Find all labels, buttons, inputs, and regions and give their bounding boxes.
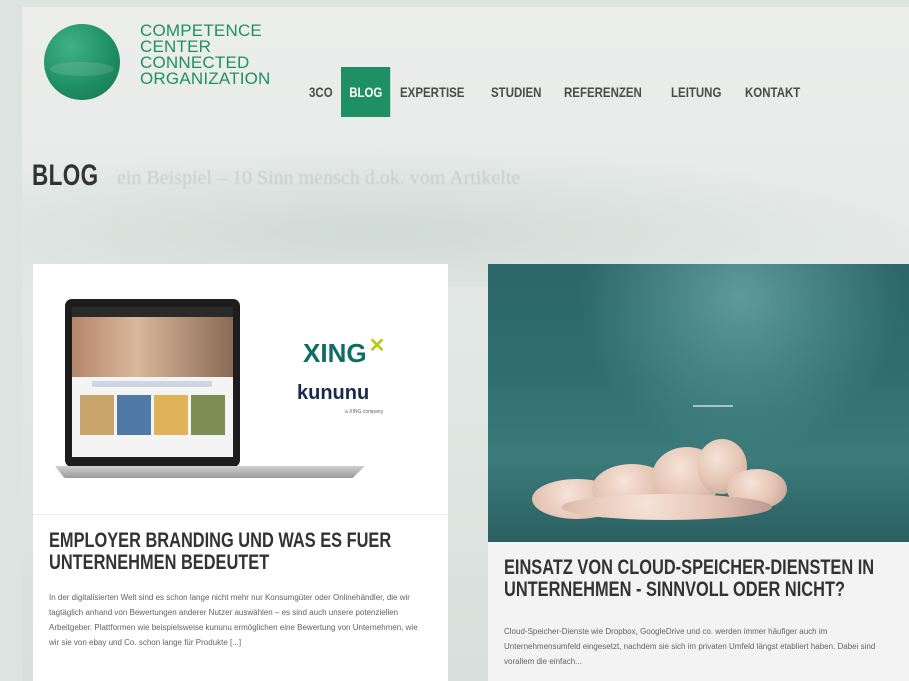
- nav-item-referenzen[interactable]: REFERENZEN: [555, 67, 651, 117]
- post-excerpt: In der digitalisierten Welt sind es scho…: [49, 593, 418, 647]
- laptop-illustration: [65, 299, 240, 467]
- post-image[interactable]: XING ✕ kununu a XING company: [33, 264, 448, 514]
- nav-item-kontakt[interactable]: KONTAKT: [736, 67, 809, 117]
- divider: [33, 514, 448, 515]
- nav-item-expertise[interactable]: EXPERTISE: [391, 67, 473, 117]
- kununu-logo-subtitle: a XING company: [345, 409, 384, 415]
- cloud-sky-image[interactable]: [488, 264, 909, 542]
- nav-item-blog[interactable]: BLOG: [340, 67, 391, 117]
- post-title[interactable]: EMPLOYER BRANDING UND WAS ES FUER UNTERN…: [49, 530, 423, 574]
- cloud-shape: [532, 439, 787, 520]
- logo-wordmark[interactable]: COMPETENCE CENTER CONNECTED ORGANIZATION: [140, 22, 271, 88]
- page-title: BLOG: [32, 159, 99, 192]
- logo-globe-icon[interactable]: [44, 24, 120, 100]
- kununu-logo: kununu: [297, 382, 370, 404]
- blog-post-card[interactable]: XING ✕ kununu a XING company EMPLOYER BRA…: [33, 264, 448, 681]
- page-frame: COMPETENCE CENTER CONNECTED ORGANIZATION…: [22, 7, 909, 681]
- contrail: [693, 405, 733, 407]
- nav-item-3co[interactable]: 3CO: [300, 67, 342, 117]
- logo-line: ORGANIZATION: [140, 69, 271, 88]
- xing-logo: XING ✕: [303, 335, 386, 368]
- page-tagline: ein Beispiel – 10 Sinn mensch d.ok. vom …: [117, 167, 521, 189]
- nav-item-studien[interactable]: STUDIEN: [482, 67, 550, 117]
- nav-item-leitung[interactable]: LEITUNG: [662, 67, 730, 117]
- laptop-base: [55, 466, 365, 478]
- post-excerpt: Cloud-Speicher-Dienste wie Dropbox, Goog…: [504, 627, 876, 666]
- post-title[interactable]: EINSATZ VON CLOUD-SPEICHER-DIENSTEN IN U…: [504, 557, 894, 601]
- main-navigation: 3CO BLOG EXPERTISE STUDIEN REFERENZEN LE…: [300, 67, 815, 117]
- blog-post-card[interactable]: EINSATZ VON CLOUD-SPEICHER-DIENSTEN IN U…: [488, 264, 909, 681]
